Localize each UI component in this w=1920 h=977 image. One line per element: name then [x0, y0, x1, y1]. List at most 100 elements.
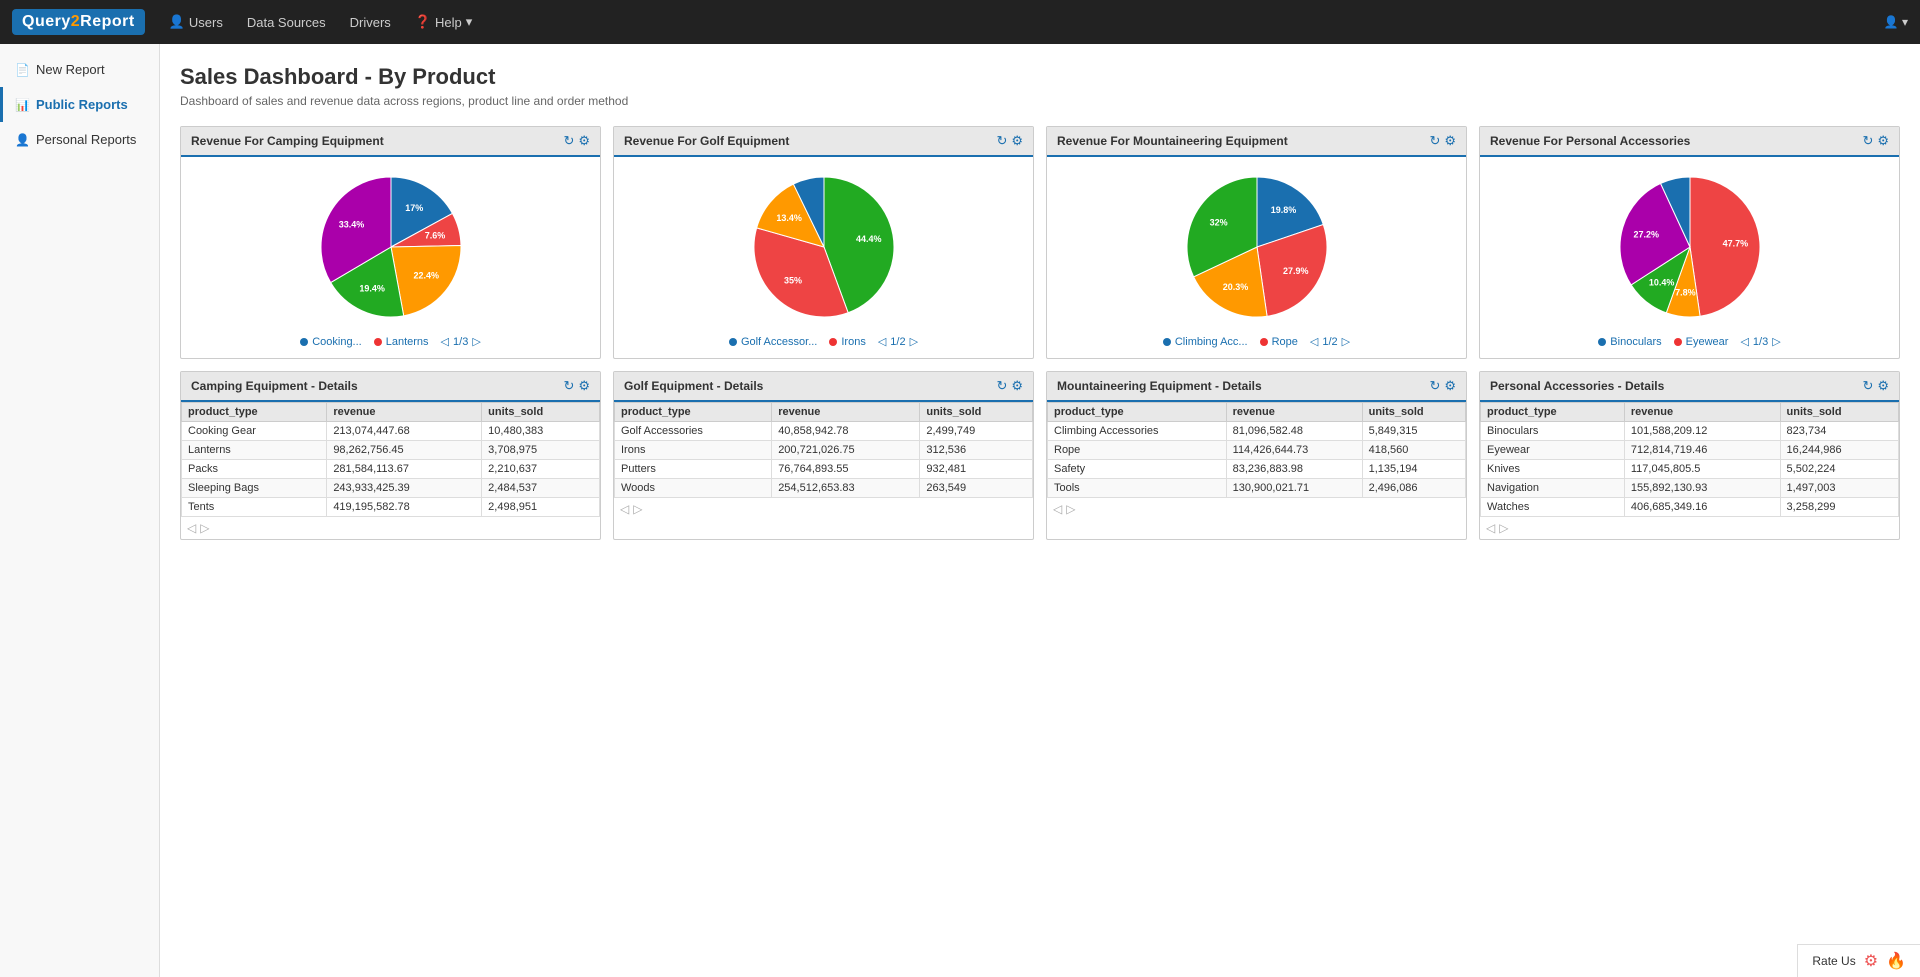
card-actions[interactable]: ↻ ⚙ — [996, 378, 1023, 394]
refresh-icon[interactable]: ↻ — [996, 378, 1007, 394]
settings-icon[interactable]: ⚙ — [1011, 133, 1023, 149]
legend-item[interactable]: Binoculars — [1598, 336, 1661, 348]
next-page-icon[interactable]: ▷ — [910, 335, 918, 348]
legend-item[interactable]: Eyewear — [1674, 336, 1729, 348]
sidebar-item-public-reports[interactable]: 📊 Public Reports — [0, 87, 159, 122]
detail-table: product_typerevenueunits_sold Climbing A… — [1047, 402, 1466, 498]
card-actions[interactable]: ↻ ⚙ — [1862, 133, 1889, 149]
settings-icon[interactable]: ⚙ — [1877, 133, 1889, 149]
card-title: Personal Accessories - Details — [1490, 379, 1664, 393]
sidebar-item-personal-reports[interactable]: 👤 Personal Reports — [0, 122, 159, 157]
chart-card-golf: Revenue For Golf Equipment ↻ ⚙ 44.4%35%1… — [613, 126, 1034, 359]
main-layout: 📄 New Report 📊 Public Reports 👤 Personal… — [0, 44, 1920, 977]
nav-users[interactable]: 👤 Users — [169, 14, 223, 30]
settings-icon[interactable]: ⚙ — [578, 378, 590, 394]
card-actions[interactable]: ↻ ⚙ — [1862, 378, 1889, 394]
table-row: Cooking Gear213,074,447.6810,480,383 — [182, 422, 600, 441]
scroll-left-icon[interactable]: ◁ — [187, 521, 196, 535]
legend-item[interactable]: Lanterns — [374, 336, 429, 348]
prev-page-icon[interactable]: ◁ — [441, 335, 449, 348]
card-title: Revenue For Golf Equipment — [624, 134, 789, 148]
col-header: product_type — [615, 403, 772, 422]
settings-icon[interactable]: ⚙ — [1877, 378, 1889, 394]
card-header: Revenue For Mountaineering Equipment ↻ ⚙ — [1047, 127, 1466, 157]
prev-page-icon[interactable]: ◁ — [1310, 335, 1318, 348]
refresh-icon[interactable]: ↻ — [1429, 133, 1440, 149]
page-indicator: 1/3 — [1753, 336, 1768, 348]
legend-item[interactable]: Cooking... — [300, 336, 362, 348]
card-actions[interactable]: ↻ ⚙ — [1429, 378, 1456, 394]
legend-item[interactable]: Golf Accessor... — [729, 336, 817, 348]
refresh-icon[interactable]: ↻ — [1862, 378, 1873, 394]
card-title: Golf Equipment - Details — [624, 379, 763, 393]
page-subtitle: Dashboard of sales and revenue data acro… — [180, 94, 1900, 108]
card-actions[interactable]: ↻ ⚙ — [996, 133, 1023, 149]
settings-icon[interactable]: ⚙ — [1444, 133, 1456, 149]
chart-card-mountaineering: Revenue For Mountaineering Equipment ↻ ⚙… — [1046, 126, 1467, 359]
next-page-icon[interactable]: ▷ — [472, 335, 480, 348]
table-row: Sleeping Bags243,933,425.392,484,537 — [182, 479, 600, 498]
prev-page-icon[interactable]: ◁ — [1740, 335, 1748, 348]
pie-legend: Climbing Acc... Rope ◁ 1/2 ▷ — [1163, 335, 1350, 348]
refresh-icon[interactable]: ↻ — [563, 133, 574, 149]
table-cell: Golf Accessories — [615, 422, 772, 441]
table-row: Safety83,236,883.981,135,194 — [1048, 460, 1466, 479]
sidebar-item-new-report[interactable]: 📄 New Report — [0, 52, 159, 87]
table-cell: 2,210,637 — [482, 460, 600, 479]
card-actions[interactable]: ↻ ⚙ — [1429, 133, 1456, 149]
col-header: units_sold — [1362, 403, 1465, 422]
brand-logo[interactable]: Query2Report — [12, 9, 145, 35]
next-page-icon[interactable]: ▷ — [1772, 335, 1780, 348]
card-header: Revenue For Golf Equipment ↻ ⚙ — [614, 127, 1033, 157]
table-row: Irons200,721,026.75312,536 — [615, 441, 1033, 460]
svg-text:7.6%: 7.6% — [424, 230, 445, 240]
refresh-icon[interactable]: ↻ — [1862, 133, 1873, 149]
user-nav-icon: 👤 — [169, 14, 185, 30]
scroll-right-icon[interactable]: ▷ — [1066, 502, 1075, 516]
table-cell: 5,849,315 — [1362, 422, 1465, 441]
card-actions[interactable]: ↻ ⚙ — [563, 133, 590, 149]
legend-item[interactable]: Rope — [1260, 336, 1298, 348]
settings-icon[interactable]: ⚙ — [1444, 378, 1456, 394]
next-page-icon[interactable]: ▷ — [1342, 335, 1350, 348]
scroll-left-icon[interactable]: ◁ — [1486, 521, 1495, 535]
navbar: Query2Report 👤 Users Data Sources Driver… — [0, 0, 1920, 44]
col-header: units_sold — [1780, 403, 1898, 422]
table-cell: 3,258,299 — [1780, 498, 1898, 517]
svg-text:27.2%: 27.2% — [1633, 229, 1659, 239]
user-menu[interactable]: 👤 ▾ — [1884, 15, 1908, 29]
table-row: Rope114,426,644.73418,560 — [1048, 441, 1466, 460]
card-actions[interactable]: ↻ ⚙ — [563, 378, 590, 394]
help-chevron-icon: ▾ — [466, 14, 473, 30]
table-cell: 114,426,644.73 — [1226, 441, 1362, 460]
nav-help[interactable]: ❓ Help ▾ — [415, 14, 472, 30]
table-cell: 2,499,749 — [920, 422, 1033, 441]
table-scroll-nav: ◁ ▷ — [614, 498, 1033, 520]
table-card-3: Personal Accessories - Details ↻ ⚙ produ… — [1479, 371, 1900, 540]
scroll-right-icon[interactable]: ▷ — [633, 502, 642, 516]
chart-card-personal: Revenue For Personal Accessories ↻ ⚙ 47.… — [1479, 126, 1900, 359]
footer-icon: ⚙ — [1864, 951, 1878, 971]
scroll-left-icon[interactable]: ◁ — [1053, 502, 1062, 516]
refresh-icon[interactable]: ↻ — [996, 133, 1007, 149]
scroll-right-icon[interactable]: ▷ — [200, 521, 209, 535]
footer[interactable]: Rate Us ⚙ 🔥 — [1797, 944, 1920, 977]
legend-item[interactable]: Irons — [829, 336, 865, 348]
nav-datasources[interactable]: Data Sources — [247, 15, 326, 30]
table-wrapper: product_typerevenueunits_sold Binoculars… — [1480, 402, 1899, 539]
scroll-right-icon[interactable]: ▷ — [1499, 521, 1508, 535]
refresh-icon[interactable]: ↻ — [563, 378, 574, 394]
table-cell: 712,814,719.46 — [1624, 441, 1780, 460]
nav-drivers[interactable]: Drivers — [350, 15, 391, 30]
table-header-row: product_typerevenueunits_sold — [1048, 403, 1466, 422]
settings-icon[interactable]: ⚙ — [578, 133, 590, 149]
scroll-left-icon[interactable]: ◁ — [620, 502, 629, 516]
help-icon: ❓ — [415, 14, 431, 30]
footer-fire-icon: 🔥 — [1886, 951, 1906, 971]
legend-item[interactable]: Climbing Acc... — [1163, 336, 1248, 348]
prev-page-icon[interactable]: ◁ — [878, 335, 886, 348]
refresh-icon[interactable]: ↻ — [1429, 378, 1440, 394]
settings-icon[interactable]: ⚙ — [1011, 378, 1023, 394]
card-header: Revenue For Personal Accessories ↻ ⚙ — [1480, 127, 1899, 157]
table-row: Woods254,512,653.83263,549 — [615, 479, 1033, 498]
